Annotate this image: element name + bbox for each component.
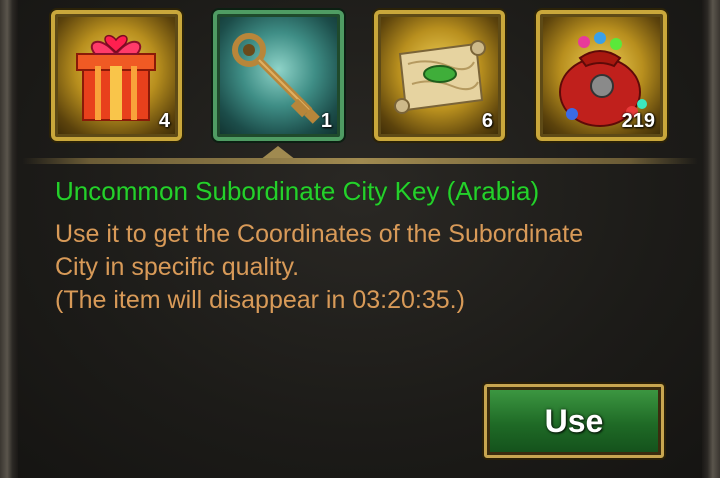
use-button[interactable]: Use (484, 384, 664, 458)
item-slot-treasure-sack[interactable]: 219 (536, 10, 667, 141)
item-count: 1 (320, 110, 332, 132)
item-slot-map[interactable]: 6 (374, 10, 505, 141)
expiry-line: (The item will disappear in 03:20:35.) (55, 286, 465, 314)
item-slot-gift[interactable]: 4 (51, 10, 182, 141)
use-button-label: Use (544, 402, 604, 439)
description-line: City in specific quality. (55, 253, 300, 281)
left-pillar-decoration (0, 0, 18, 478)
item-count: 219 (621, 110, 655, 132)
description-line: Use it to get the Coordinates of the Sub… (55, 220, 584, 248)
item-title: Uncommon Subordinate City Key (Arabia) (55, 176, 540, 206)
divider (22, 158, 698, 164)
right-pillar-decoration (702, 0, 720, 478)
item-description: Use it to get the Coordinates of the Sub… (55, 218, 685, 317)
item-count: 4 (158, 110, 170, 132)
item-count: 6 (481, 110, 493, 132)
item-slot-key-selected[interactable]: 1 (213, 10, 344, 141)
item-panel: 4 1 6 219 Uncommon Subordinate City Key … (0, 0, 720, 478)
